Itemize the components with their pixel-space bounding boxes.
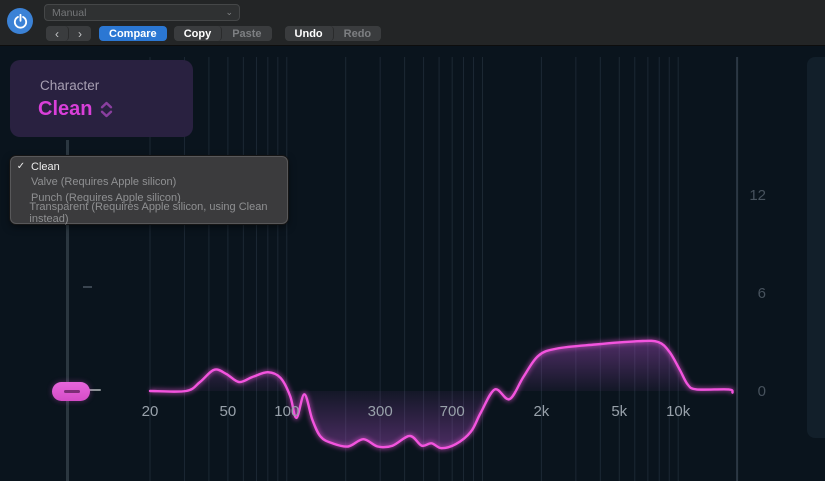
power-button[interactable] <box>7 8 33 34</box>
preset-nav-group: ‹ › <box>46 26 91 41</box>
next-preset-button[interactable]: › <box>69 26 91 41</box>
freq-tick-label-20: 20 <box>142 403 159 420</box>
menu-item-label: Transparent (Requires Apple silicon, usi… <box>29 201 287 225</box>
freq-tick-label-100: 100 <box>274 403 299 420</box>
menu-item-transparent[interactable]: Transparent (Requires Apple silicon, usi… <box>11 206 287 222</box>
eq-curve-fill <box>150 341 733 448</box>
up-down-chevron-icon <box>99 101 114 118</box>
freq-tick-label-50: 50 <box>220 403 237 420</box>
checkmark-icon: ✓ <box>11 161 31 172</box>
db-tick-label-12: 12 <box>749 187 766 204</box>
redo-button[interactable]: Redo <box>334 26 382 41</box>
character-value: Clean <box>38 98 92 121</box>
undo-redo-group: Undo Redo <box>285 26 382 41</box>
character-panel: Character Clean <box>10 60 193 137</box>
power-icon <box>12 13 29 30</box>
plugin-header-bar: Manual ⌄ ‹ › Compare Copy Paste Undo Red… <box>0 0 825 46</box>
menu-item-valve[interactable]: Valve (Requires Apple silicon) <box>11 175 287 191</box>
menu-item-label: Valve (Requires Apple silicon) <box>31 176 176 188</box>
previous-preset-button[interactable]: ‹ <box>46 26 69 41</box>
character-panel-label: Character <box>40 78 99 93</box>
compare-button[interactable]: Compare <box>99 26 167 41</box>
gain-slider-handle[interactable] <box>52 382 90 401</box>
db-tick-label-0: 0 <box>758 383 766 400</box>
copy-button[interactable]: Copy <box>174 26 223 41</box>
copy-paste-group: Copy Paste <box>174 26 272 41</box>
preset-select[interactable]: Manual ⌄ <box>44 4 240 21</box>
freq-tick-label-10k: 10k <box>666 403 691 420</box>
freq-tick-label-5k: 5k <box>611 403 627 420</box>
paste-button[interactable]: Paste <box>222 26 271 41</box>
character-menu: ✓CleanValve (Requires Apple silicon)Punc… <box>10 156 288 224</box>
menu-item-label: Clean <box>31 161 60 173</box>
freq-tick-label-700: 700 <box>440 403 465 420</box>
undo-button[interactable]: Undo <box>285 26 334 41</box>
freq-tick-label-300: 300 <box>368 403 393 420</box>
preset-value: Manual <box>45 7 225 19</box>
menu-item-clean[interactable]: ✓Clean <box>11 159 287 175</box>
slider-grip-mark <box>64 390 80 393</box>
chevron-down-icon: ⌄ <box>225 8 233 17</box>
freq-tick-label-2k: 2k <box>533 403 549 420</box>
db-tick-label-6: 6 <box>758 285 766 302</box>
character-dropdown-trigger[interactable]: Clean <box>38 98 114 121</box>
